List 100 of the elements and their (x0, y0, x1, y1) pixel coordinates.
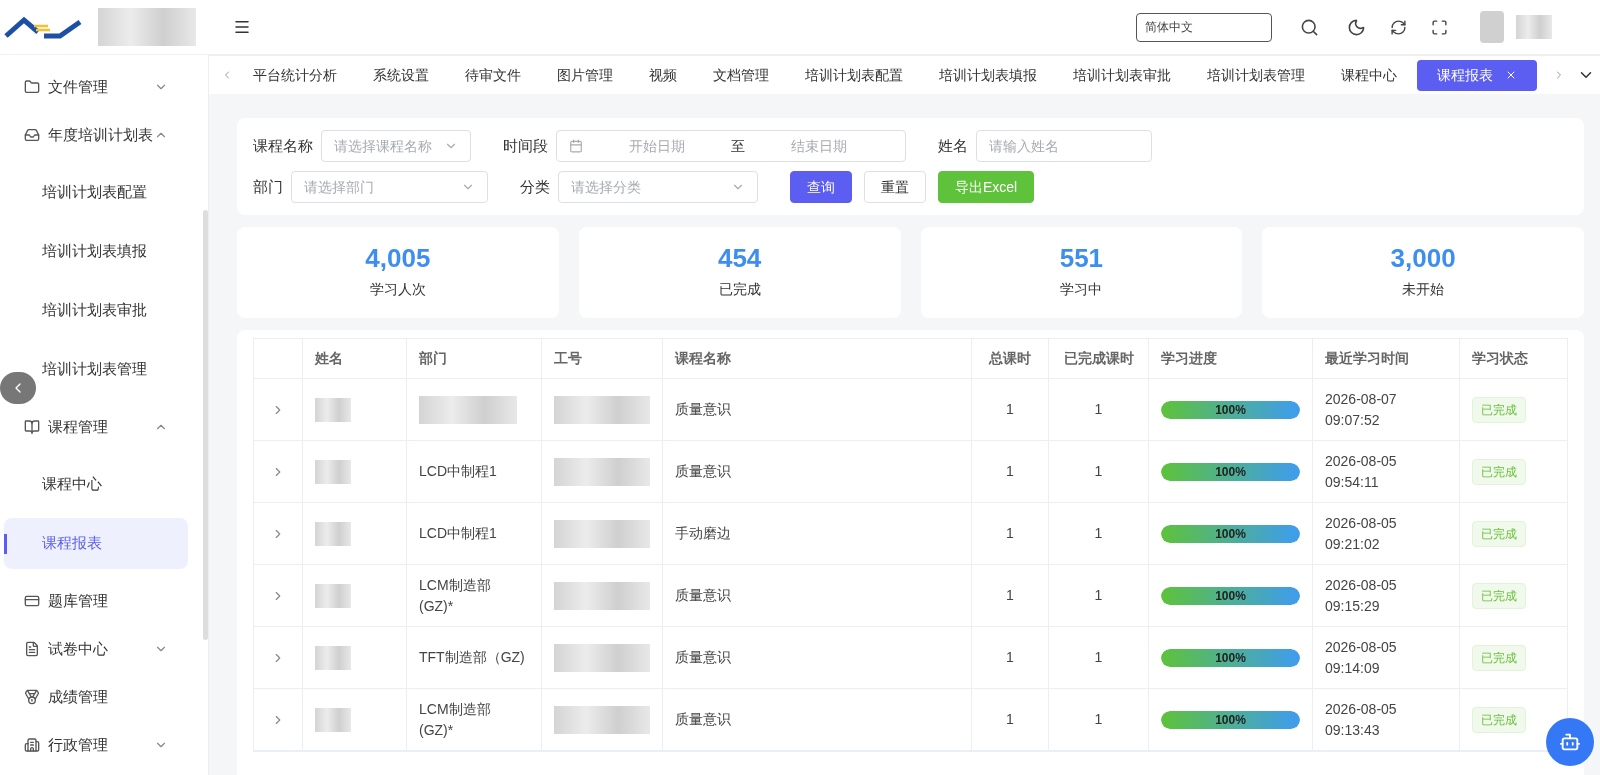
scrollbar[interactable] (203, 210, 208, 640)
language-select[interactable]: 简体中文 (1136, 12, 1272, 42)
blurred-placeholder (315, 459, 351, 484)
blurred-placeholder (1516, 15, 1552, 39)
table-cell-text: 1 (1094, 586, 1103, 605)
column-header: 已完成课时 (1048, 339, 1148, 378)
tab[interactable]: 平台统计分析 (237, 59, 353, 91)
progress-text: 100% (1214, 587, 1247, 605)
tab[interactable]: 图片管理 (541, 59, 629, 91)
table-cell-text: 09:07:52 (1325, 410, 1381, 430)
stat-value: 4,005 (365, 245, 431, 271)
refresh-icon[interactable] (1390, 18, 1407, 36)
table-cell-text: 1 (1094, 648, 1103, 667)
blurred-placeholder (315, 707, 351, 732)
field-label: 部门 (253, 176, 283, 197)
table-cell-text: 质量意识 (675, 648, 731, 667)
stat-value: 551 (1059, 245, 1104, 271)
sidebar-item[interactable]: 试卷中心 (0, 625, 208, 673)
sidebar-item[interactable]: 年度培训计划表 (0, 111, 208, 159)
action-button[interactable]: 重置 (864, 171, 926, 203)
progress-text: 100% (1214, 401, 1247, 419)
table-cell-text: 09:13:43 (1325, 720, 1381, 740)
sidebar-subitem[interactable]: 培训计划表配置 (4, 167, 188, 218)
tab[interactable]: 培训计划表管理 (1191, 59, 1321, 91)
tab[interactable]: 培训计划表填报 (923, 59, 1053, 91)
tab[interactable]: 培训计划表审批 (1057, 59, 1187, 91)
table-cell-text: 2026-08-05 (1325, 575, 1398, 595)
table-cell-text: 1 (1094, 710, 1103, 729)
progress-text: 100% (1214, 649, 1247, 667)
column-header: 课程名称 (662, 339, 971, 378)
tab[interactable]: 培训计划表配置 (789, 59, 919, 91)
status-tag: 已完成 (1472, 582, 1526, 609)
progress-text: 100% (1214, 711, 1247, 729)
field-label: 课程名称 (253, 135, 313, 156)
table-cell-text: LCD中制程1 (419, 524, 497, 543)
input-field[interactable]: 请输入姓名 (976, 130, 1152, 162)
sidebar-subitem[interactable]: 培训计划表审批 (4, 285, 188, 336)
table-cell-text: 1 (1006, 524, 1014, 543)
collapse-button[interactable] (0, 372, 36, 404)
table-cell-text: 2026-08-05 (1325, 513, 1398, 533)
status-tag: 已完成 (1472, 706, 1526, 733)
table-cell-text: 09:21:02 (1325, 534, 1381, 554)
sidebar-item[interactable]: 成绩管理 (0, 673, 208, 721)
tab[interactable]: 文档管理 (697, 59, 785, 91)
stat-value: 3,000 (1390, 245, 1456, 271)
action-button[interactable]: 查询 (790, 171, 852, 203)
stat-value: 454 (717, 245, 762, 271)
table-cell-text: 09:54:11 (1325, 472, 1380, 492)
sidebar-subitem[interactable]: 培训计划表填报 (4, 226, 188, 277)
progress-text: 100% (1214, 463, 1247, 481)
table-cell-text: 2026-08-07 (1325, 389, 1398, 409)
tab[interactable]: 待审文件 (449, 59, 537, 91)
table-cell-text: 1 (1006, 400, 1014, 419)
table-cell-text: 1 (1006, 462, 1014, 481)
table-cell-text: 质量意识 (675, 400, 731, 419)
table-cell-text: LCM制造部 (GZ)* (419, 575, 491, 616)
table-cell-text: TFT制造部（GZ) (419, 648, 525, 667)
table-cell-text: 质量意识 (675, 710, 731, 729)
stat-label: 学习中 (1060, 280, 1103, 299)
table-cell-text: 1 (1094, 400, 1103, 419)
blurred-placeholder (315, 645, 351, 670)
field-label: 时间段 (503, 135, 548, 156)
table-cell-text: 09:14:09 (1325, 658, 1381, 678)
table-cell-text: 2026-08-05 (1325, 699, 1398, 719)
stat-label: 未开始 (1402, 280, 1445, 299)
column-header: 姓名 (302, 339, 406, 378)
table-cell-text: 2026-08-05 (1325, 637, 1398, 657)
table-cell-text: LCM制造部 (GZ)* (419, 699, 491, 740)
table-cell-text: 2026-08-05 (1325, 451, 1398, 471)
field-label: 分类 (520, 176, 550, 197)
sidebar-subitem[interactable]: 培训计划表管理 (4, 344, 188, 395)
table-cell-text: 1 (1006, 648, 1014, 667)
status-tag: 已完成 (1472, 396, 1526, 423)
tab[interactable]: 系统设置 (357, 59, 445, 91)
column-header: 最近学习时间 (1312, 339, 1459, 378)
tab[interactable]: 课程报表 (1417, 59, 1537, 91)
stat-label: 已完成 (718, 280, 761, 299)
close-icon[interactable] (1505, 69, 1517, 81)
blurred-placeholder (315, 521, 351, 546)
sidebar-subitem[interactable]: 课程报表 (4, 518, 188, 569)
column-header: 学习状态 (1459, 339, 1567, 378)
fullscreen-icon[interactable] (1431, 18, 1448, 36)
tab[interactable]: 视频 (633, 59, 693, 91)
table-cell-text: 1 (1006, 586, 1014, 605)
search-icon[interactable] (1300, 17, 1319, 37)
sidebar-item[interactable]: 行政管理 (0, 721, 208, 769)
field-label: 姓名 (938, 135, 968, 156)
tab[interactable]: 课程中心 (1325, 59, 1413, 91)
status-tag: 已完成 (1472, 644, 1526, 671)
date-range-field[interactable]: 开始日期 至 结束日期 (556, 130, 906, 162)
sidebar-subitem[interactable]: 课程中心 (4, 459, 188, 510)
blurred-placeholder (315, 583, 351, 608)
chat-bot-icon (1559, 731, 1581, 753)
table-cell-text: 09:15:29 (1325, 596, 1381, 616)
column-header: 总课时 (971, 339, 1048, 378)
sidebar-item[interactable]: 文件管理 (0, 63, 208, 111)
moon-icon[interactable] (1347, 17, 1366, 37)
status-tag: 已完成 (1472, 520, 1526, 547)
column-header: 工号 (541, 339, 662, 378)
calendar-icon (569, 139, 583, 153)
